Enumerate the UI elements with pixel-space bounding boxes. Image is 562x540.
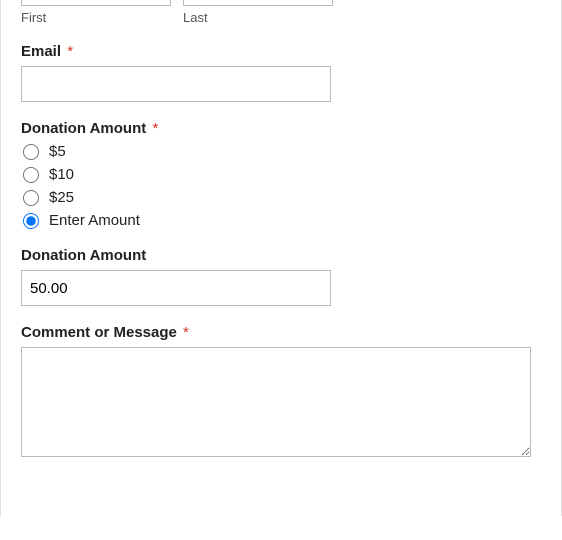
donation-radio-5[interactable]: [23, 144, 39, 160]
last-name-sublabel: Last: [183, 10, 333, 25]
donation-radio-custom[interactable]: [23, 213, 39, 229]
donation-option-5[interactable]: $5: [21, 143, 541, 160]
donation-custom-input[interactable]: [21, 270, 331, 306]
email-label: Email *: [21, 43, 541, 60]
required-asterisk: *: [67, 43, 73, 60]
donation-custom-field-group: Donation Amount: [21, 247, 541, 306]
donation-radio-25[interactable]: [23, 190, 39, 206]
email-input[interactable]: [21, 66, 331, 102]
donation-option-25[interactable]: $25: [21, 189, 541, 206]
donation-option-label: $10: [49, 166, 74, 183]
email-label-text: Email: [21, 43, 61, 60]
name-field-group: First Last: [21, 0, 541, 25]
comment-textarea[interactable]: [21, 347, 531, 457]
form-container: First Last Email * Donation Amount * $5: [0, 0, 562, 516]
donation-custom-label: Donation Amount: [21, 247, 541, 264]
donation-option-custom[interactable]: Enter Amount: [21, 212, 541, 229]
donation-option-label: $5: [49, 143, 66, 160]
donation-option-label: $25: [49, 189, 74, 206]
comment-label: Comment or Message *: [21, 324, 541, 341]
required-asterisk: *: [152, 120, 158, 137]
comment-label-text: Comment or Message: [21, 324, 177, 341]
required-asterisk: *: [183, 324, 189, 341]
first-name-input[interactable]: [21, 0, 171, 6]
donation-radio-list: $5 $10 $25 Enter Amount: [21, 143, 541, 229]
name-row: First Last: [21, 0, 541, 25]
donation-option-10[interactable]: $10: [21, 166, 541, 183]
donation-label-text: Donation Amount: [21, 120, 146, 137]
last-name-input[interactable]: [183, 0, 333, 6]
donation-custom-label-text: Donation Amount: [21, 247, 146, 264]
first-name-sublabel: First: [21, 10, 171, 25]
donation-field-group: Donation Amount * $5 $10 $25 Enter Amoun…: [21, 120, 541, 229]
donation-radio-10[interactable]: [23, 167, 39, 183]
first-name-col: First: [21, 0, 171, 25]
comment-field-group: Comment or Message *: [21, 324, 541, 461]
last-name-col: Last: [183, 0, 333, 25]
donation-option-label: Enter Amount: [49, 212, 140, 229]
email-field-group: Email *: [21, 43, 541, 102]
donation-label: Donation Amount *: [21, 120, 541, 137]
